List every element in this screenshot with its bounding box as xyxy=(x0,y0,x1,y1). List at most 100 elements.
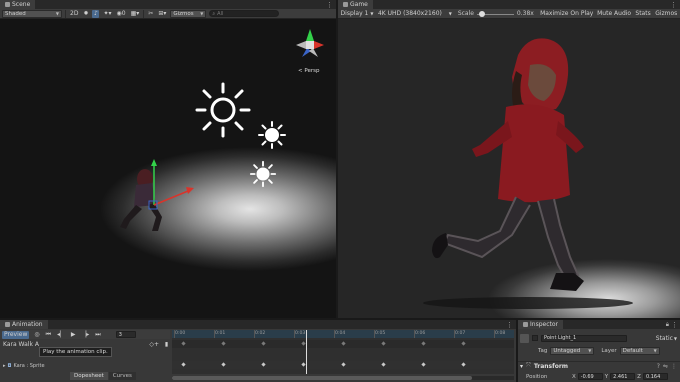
shading-mode-dropdown[interactable]: Shaded ▼ xyxy=(2,9,62,18)
timeline-scrollbar[interactable] xyxy=(172,376,514,380)
keyframe-marker[interactable] xyxy=(421,362,426,367)
keyframe-marker[interactable] xyxy=(461,362,466,367)
tab-dopesheet[interactable]: Dopesheet xyxy=(70,372,108,380)
scale-slider-thumb[interactable] xyxy=(478,10,485,17)
position-y-field[interactable]: 2.461 xyxy=(610,373,636,380)
inspector-menu-icon[interactable]: ⋮ xyxy=(671,321,678,328)
game-menu-icon[interactable]: ⋮ xyxy=(670,1,677,8)
lighting-toggle-icon[interactable]: ✹ xyxy=(82,10,89,18)
display-dropdown[interactable]: Display 1 ▼ xyxy=(340,10,374,18)
position-z-field[interactable]: 0.164 xyxy=(642,373,668,380)
point-light-gizmo-icon[interactable] xyxy=(257,120,287,150)
animation-controls: Preview ◎ ⏮ ◂▏ ▶ ▕▸ ⏭ 3 xyxy=(0,330,170,339)
maximize-on-play-button[interactable]: Maximize On Play xyxy=(540,10,594,18)
keyframe-marker[interactable] xyxy=(341,341,346,346)
lock-icon[interactable]: 🔒︎ xyxy=(666,321,669,329)
keyframe-marker[interactable] xyxy=(381,362,386,367)
layer-dropdown[interactable]: Default ▼ xyxy=(619,346,660,355)
point-light-gizmo-selected-icon[interactable] xyxy=(249,160,277,188)
2d-toggle-button[interactable]: 2D xyxy=(69,10,79,18)
keyframe-marker[interactable] xyxy=(301,341,306,346)
point-light-gizmo-large-icon[interactable] xyxy=(193,80,253,140)
tab-inspector[interactable]: Inspector xyxy=(518,320,563,329)
resolution-dropdown[interactable]: 4K UHD (3840x2160) ▼ xyxy=(377,10,453,18)
playhead[interactable] xyxy=(306,330,307,374)
help-icon[interactable]: ? xyxy=(657,363,660,370)
chevron-down-icon: ▼ xyxy=(653,348,657,353)
panel-divider[interactable] xyxy=(336,0,338,318)
next-key-icon[interactable]: ▕▸ xyxy=(81,331,91,339)
mute-audio-button[interactable]: Mute Audio xyxy=(597,10,632,18)
play-icon[interactable]: ▶ xyxy=(70,331,77,339)
keyframe-marker[interactable] xyxy=(261,341,266,346)
scene-search-input[interactable]: ⌕ All xyxy=(209,10,280,17)
tag-dropdown[interactable]: Untagged ▼ xyxy=(550,346,595,355)
scene-panel: Scene ⋮ Shaded ▼ 2D ✹ ♪ ✦▾ ◉ 0 ▦▾ ✂ ⊞▾ Giz… xyxy=(0,0,336,318)
gizmos-dropdown[interactable]: Gizmos ▼ xyxy=(170,9,207,18)
tab-scene[interactable]: Scene xyxy=(0,0,36,9)
object-name-field[interactable]: Point Light_1 xyxy=(541,334,627,342)
settings-icon[interactable]: ⇋ xyxy=(663,363,668,370)
animation-menu-icon[interactable]: ⋮ xyxy=(506,321,513,328)
prev-key-icon[interactable]: ◂▏ xyxy=(56,331,66,339)
collapse-arrow-icon[interactable]: ▾ xyxy=(520,363,523,370)
timeline-tick-label: 0:05 xyxy=(375,331,386,336)
keyframe-marker[interactable] xyxy=(421,341,426,346)
audio-toggle-icon[interactable]: ♪ xyxy=(92,9,100,18)
tools-icon[interactable]: ✂ xyxy=(147,10,154,18)
timeline[interactable]: 0:00 0:01 0:02 0:03 0:04 0:05 0:06 0:07 0:08 xyxy=(172,330,514,374)
transform-header[interactable]: ▾ ⤧ Transform ? ⇋ ⋮ xyxy=(518,361,680,370)
play-tooltip: Play the animation clip. xyxy=(39,347,112,357)
game-panel: Game ⋮ Display 1 ▼ 4K UHD (3840x2160) ▼ Sc… xyxy=(338,0,680,318)
toolbar-divider xyxy=(143,9,145,18)
keyframe-marker[interactable] xyxy=(461,341,466,346)
grid-toggle-icon[interactable]: ▦▾ xyxy=(130,10,141,18)
scale-slider[interactable] xyxy=(476,10,514,18)
add-event-icon[interactable]: ▮ xyxy=(163,341,170,349)
scene-menu-icon[interactable]: ⋮ xyxy=(326,1,333,8)
keyframe-marker[interactable] xyxy=(181,362,186,367)
expand-arrow-icon[interactable]: ▸ xyxy=(3,363,6,369)
persp-label[interactable]: < Persp xyxy=(298,68,319,74)
timeline-ruler[interactable]: 0:00 0:01 0:02 0:03 0:04 0:05 0:06 0:07 0:08 xyxy=(172,330,514,338)
tab-game[interactable]: Game xyxy=(338,0,373,9)
character-sprite[interactable] xyxy=(112,157,202,239)
hidden-objects-button[interactable]: ◉ 0 xyxy=(116,10,127,18)
frame-input[interactable]: 3 xyxy=(115,331,136,338)
chevron-down-icon: ▼ xyxy=(448,11,452,16)
add-keyframe-icon[interactable]: ◇+ xyxy=(148,341,160,349)
timeline-tick-label: 0:06 xyxy=(415,331,426,336)
effects-dropdown-icon[interactable]: ✦▾ xyxy=(102,10,112,18)
keyframe-marker[interactable] xyxy=(381,341,386,346)
keyframe-marker[interactable] xyxy=(341,362,346,367)
keyframe-marker[interactable] xyxy=(221,362,226,367)
active-checkbox[interactable] xyxy=(532,335,538,341)
stats-button[interactable]: Stats xyxy=(635,10,652,18)
static-dropdown[interactable]: Static ▼ xyxy=(655,334,678,342)
component-menu-icon[interactable]: ⋮ xyxy=(671,363,677,370)
preview-button[interactable]: Preview xyxy=(2,330,30,339)
timeline-tick-label: 0:04 xyxy=(335,331,346,336)
tab-curves[interactable]: Curves xyxy=(108,372,136,380)
keyframe-marker[interactable] xyxy=(221,341,226,346)
first-key-icon[interactable]: ⏮ xyxy=(45,331,52,339)
game-viewport[interactable] xyxy=(338,19,680,318)
clip-dropdown[interactable]: Kara Walk A xyxy=(2,341,40,349)
record-icon[interactable]: ◎ xyxy=(33,331,40,339)
tab-animation[interactable]: Animation xyxy=(0,320,48,329)
game-gizmos-button[interactable]: Gizmos xyxy=(655,10,678,18)
position-x-label: X xyxy=(572,373,576,380)
last-key-icon[interactable]: ⏭ xyxy=(94,331,101,339)
keyframe-marker[interactable] xyxy=(261,362,266,367)
property-row[interactable]: ▸ ◘ Kara : Sprite xyxy=(0,361,170,370)
chevron-down-icon: ▼ xyxy=(370,11,374,16)
keyframe-marker[interactable] xyxy=(301,362,306,367)
position-x-field[interactable]: -0.69 xyxy=(577,373,603,380)
orientation-gizmo-icon[interactable] xyxy=(292,27,328,63)
scene-viewport[interactable]: < Persp xyxy=(0,19,336,318)
timeline-scrollbar-thumb[interactable] xyxy=(172,376,472,380)
keyframe-marker[interactable] xyxy=(181,341,186,346)
transform-tools-icon[interactable]: ⊞▾ xyxy=(157,10,167,18)
chevron-down-icon: ▼ xyxy=(588,348,592,353)
chevron-down-icon: ▼ xyxy=(55,11,59,16)
